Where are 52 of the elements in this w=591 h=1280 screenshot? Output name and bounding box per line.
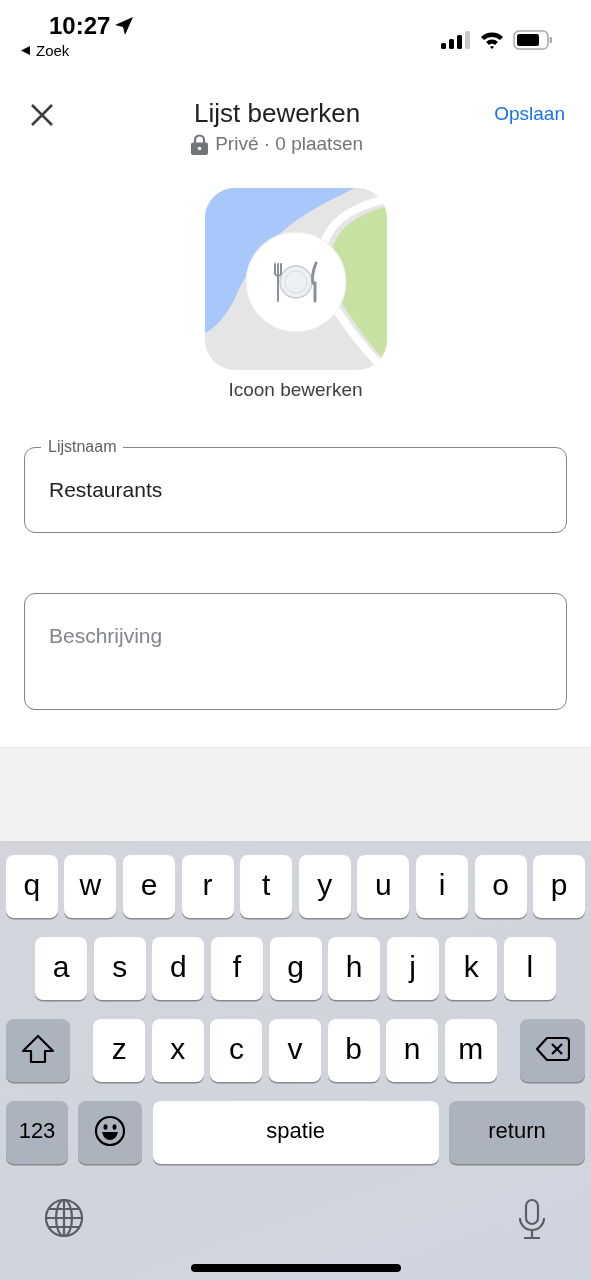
battery-icon	[513, 30, 553, 50]
letter-key[interactable]: x	[151, 1019, 204, 1082]
save-button[interactable]: Opslaan	[494, 99, 565, 129]
microphone-icon[interactable]	[517, 1198, 547, 1240]
shift-key[interactable]	[6, 1019, 70, 1082]
emoji-key[interactable]	[78, 1101, 143, 1164]
location-arrow-icon	[114, 16, 135, 36]
back-triangle-icon[interactable]	[20, 45, 31, 56]
clock-time: 10:27	[49, 12, 111, 40]
letter-key[interactable]: i	[416, 855, 468, 918]
lock-icon	[191, 133, 209, 155]
letter-key[interactable]: c	[210, 1019, 263, 1082]
letter-key[interactable]: b	[327, 1019, 380, 1082]
letter-key[interactable]: p	[533, 855, 586, 918]
letter-key[interactable]: o	[474, 855, 527, 918]
list-privacy-summary: Privé · 0 plaatsen	[215, 133, 364, 155]
return-key[interactable]: return	[449, 1101, 585, 1164]
letter-key[interactable]: k	[445, 937, 498, 1000]
letter-key[interactable]: d	[152, 937, 205, 1000]
letter-key[interactable]: h	[328, 937, 381, 1000]
delete-key[interactable]	[520, 1019, 585, 1082]
letter-key[interactable]: n	[386, 1019, 439, 1082]
back-to-app-link[interactable]: Zoek	[36, 42, 70, 59]
letter-key[interactable]: y	[298, 855, 351, 918]
letter-key[interactable]: z	[93, 1019, 146, 1082]
letter-key[interactable]: t	[240, 855, 293, 918]
letter-key[interactable]: m	[444, 1019, 497, 1082]
letter-key[interactable]: l	[503, 937, 556, 1000]
signal-icon	[441, 31, 471, 49]
close-icon[interactable]	[30, 103, 54, 127]
edit-icon-link[interactable]: Icoon bewerken	[228, 379, 363, 401]
numbers-key[interactable]: 123	[6, 1101, 68, 1164]
letter-key[interactable]: s	[93, 937, 146, 1000]
letter-key[interactable]: w	[64, 855, 117, 918]
letter-key[interactable]: e	[123, 855, 175, 918]
letter-key[interactable]: u	[357, 855, 410, 918]
wifi-icon	[480, 31, 504, 49]
letter-key[interactable]: f	[210, 937, 263, 1000]
letter-key[interactable]: v	[269, 1019, 321, 1082]
field-label: Lijstnaam	[41, 437, 124, 456]
screen-title: Lijst bewerken	[194, 97, 361, 129]
letter-key[interactable]: r	[181, 855, 234, 918]
letter-key[interactable]: q	[5, 855, 58, 918]
description-field[interactable]: Beschrijving	[24, 593, 567, 710]
space-key[interactable]: spatie	[152, 1101, 439, 1164]
backspace-icon	[535, 1035, 570, 1062]
emoji-icon	[94, 1114, 127, 1147]
globe-icon[interactable]	[44, 1198, 84, 1238]
letter-key[interactable]: a	[35, 937, 88, 1000]
shift-icon	[21, 1033, 55, 1064]
letter-key[interactable]: g	[269, 937, 322, 1000]
letter-key[interactable]: j	[386, 937, 439, 1000]
